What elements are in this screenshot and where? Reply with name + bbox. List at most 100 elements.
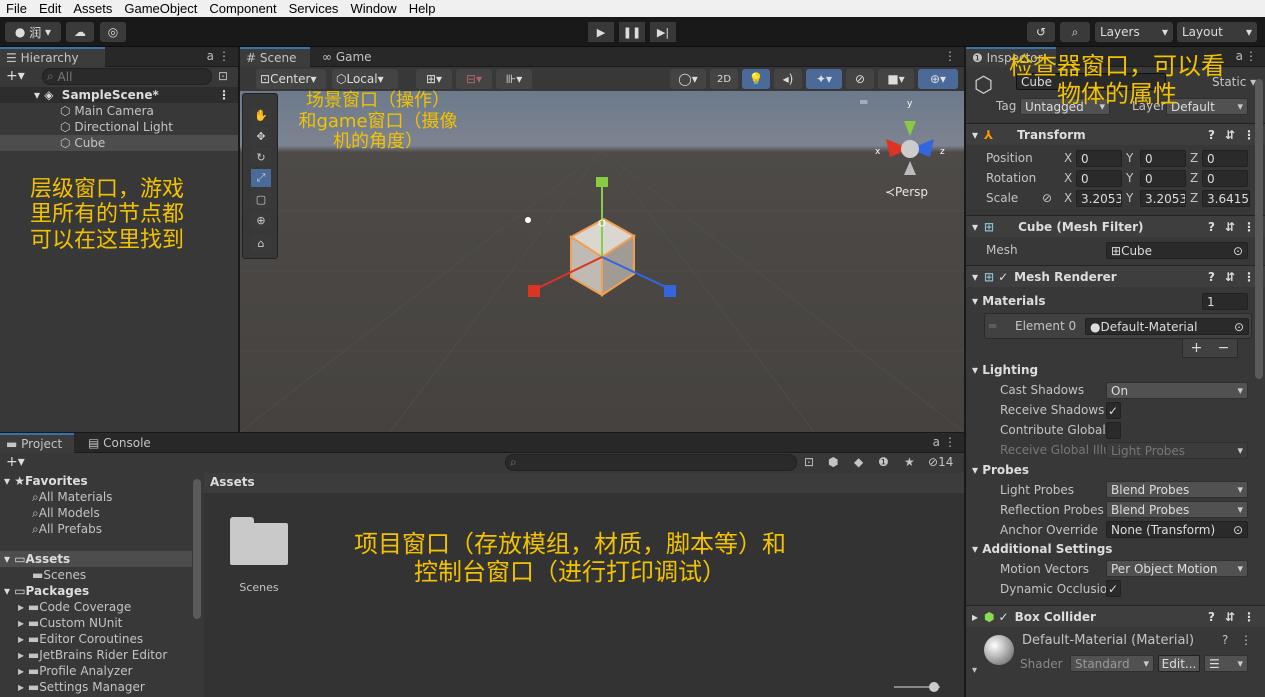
- increment-icon[interactable]: ⊪▾: [496, 69, 532, 89]
- component-menu-icon[interactable]: ⋮: [1243, 270, 1255, 284]
- tree-item[interactable]: ▸ ▬ Custom NUnit: [0, 615, 204, 631]
- component-menu-icon[interactable]: ⋮: [1243, 610, 1255, 624]
- tree-scrollbar[interactable]: [193, 479, 201, 619]
- help-icon[interactable]: ?: [1208, 220, 1215, 234]
- box-collider-header[interactable]: ▸ ⬢ ✓ Box Collider ? ⇵ ⋮: [966, 605, 1265, 627]
- custom-tool-icon[interactable]: ⌂: [251, 234, 271, 252]
- move-tool-icon[interactable]: ✥: [251, 127, 271, 145]
- orientation-gizmo[interactable]: [886, 121, 934, 175]
- pivot-dropdown[interactable]: ⊡ Center ▾: [256, 69, 326, 89]
- lock-icon[interactable]: a: [207, 49, 214, 63]
- preset-icon[interactable]: ⇵: [1225, 270, 1235, 284]
- component-menu-icon[interactable]: ⋮: [1243, 128, 1255, 142]
- drag-handle-icon[interactable]: ═: [989, 319, 996, 333]
- play-button[interactable]: ▶: [588, 22, 614, 42]
- assets-row[interactable]: ▾ ▭ Assets: [0, 551, 192, 567]
- help-icon[interactable]: ?: [1222, 633, 1228, 647]
- enabled-checkbox[interactable]: ✓: [999, 610, 1009, 624]
- layout-dropdown[interactable]: Layout ▾: [1177, 22, 1257, 42]
- zoom-slider-thumb[interactable]: [929, 682, 939, 692]
- scale-tool-icon[interactable]: ⤢: [251, 169, 271, 187]
- probes-foldout[interactable]: ▾ Probes: [972, 463, 1029, 477]
- help-icon[interactable]: ?: [1208, 610, 1215, 624]
- inspector-scrollbar[interactable]: [1255, 79, 1263, 379]
- menu-services[interactable]: Services: [289, 1, 339, 16]
- component-menu-icon[interactable]: ⋮: [1240, 633, 1252, 647]
- rotation-z-field[interactable]: 0: [1202, 170, 1248, 187]
- help-icon[interactable]: ?: [1208, 270, 1215, 284]
- folder-icon[interactable]: [230, 517, 288, 567]
- foldout-icon[interactable]: ▾: [972, 665, 977, 676]
- y-scale-handle[interactable]: [596, 177, 608, 187]
- lock-icon[interactable]: a: [933, 435, 940, 449]
- hidden-packages-icon[interactable]: ⊘14: [928, 455, 953, 469]
- scale-y-field[interactable]: 3.2053: [1140, 190, 1186, 207]
- mesh-field[interactable]: ⊞ Cube ⊙: [1106, 242, 1248, 259]
- effects-icon[interactable]: ✦▾: [806, 69, 842, 89]
- scene-visibility-icon[interactable]: ⊡: [218, 69, 228, 83]
- hierarchy-item[interactable]: ⬡ Main Camera: [0, 103, 238, 119]
- materials-count-field[interactable]: 1: [1202, 293, 1248, 310]
- rect-tool-icon[interactable]: ▢: [251, 190, 271, 208]
- mesh-renderer-header[interactable]: ▾ ⊞ ✓ Mesh Renderer ? ⇵ ⋮: [966, 265, 1265, 287]
- tree-item[interactable]: ▸ ▬ Profile Analyzer: [0, 663, 204, 679]
- more-icon[interactable]: ⋮: [1245, 49, 1257, 63]
- rotation-y-field[interactable]: 0: [1140, 170, 1186, 187]
- scale-z-field[interactable]: 3.6415: [1202, 190, 1250, 207]
- lighting-icon[interactable]: 💡: [742, 69, 770, 89]
- menu-assets[interactable]: Assets: [73, 1, 112, 16]
- tree-item[interactable]: ▸ ▬ Code Coverage: [0, 599, 204, 615]
- breadcrumb[interactable]: Assets: [204, 473, 964, 493]
- materials-foldout[interactable]: ▾ Materials: [972, 294, 1046, 308]
- overlay-menu-icon[interactable]: ═: [860, 95, 867, 109]
- collab-icon[interactable]: ◎: [100, 22, 126, 42]
- tree-item[interactable]: ▸ ▬ Settings Manager: [0, 679, 204, 695]
- position-y-field[interactable]: 0: [1140, 150, 1186, 167]
- dynamic-occlusion-checkbox[interactable]: ✓: [1106, 580, 1121, 597]
- receive-shadows-checkbox[interactable]: ✓: [1106, 402, 1121, 419]
- light-icon[interactable]: [525, 217, 531, 223]
- tab-hierarchy[interactable]: ☰ Hierarchy: [0, 47, 105, 67]
- tree-item[interactable]: ⌕ All Materials: [0, 489, 204, 505]
- tree-item[interactable]: ⌕ All Models: [0, 505, 204, 521]
- motion-vectors-dropdown[interactable]: Per Object Motion: [1106, 560, 1248, 577]
- constrain-proportions-icon[interactable]: ⊘: [1042, 191, 1052, 205]
- tab-scene[interactable]: # Scene: [240, 47, 310, 67]
- lock-icon[interactable]: a: [1236, 49, 1243, 63]
- transform-header[interactable]: ▾ ⅄ Transform ? ⇵ ⋮: [966, 123, 1265, 145]
- object-picker-icon[interactable]: ⊙: [1233, 244, 1243, 258]
- tab-game[interactable]: ∞ Game: [316, 47, 386, 67]
- mesh-filter-header[interactable]: ▾ ⊞ Cube (Mesh Filter) ? ⇵ ⋮: [966, 215, 1265, 237]
- reflection-probes-dropdown[interactable]: Blend Probes: [1106, 501, 1248, 518]
- tree-item[interactable]: ▸ ▬ JetBrains Rider Editor: [0, 647, 204, 663]
- help-icon[interactable]: ?: [1208, 128, 1215, 142]
- light-probes-dropdown[interactable]: Blend Probes: [1106, 481, 1248, 498]
- x-scale-handle[interactable]: [528, 285, 540, 297]
- snap-icon[interactable]: ⊟▾: [456, 69, 492, 89]
- lighting-foldout[interactable]: ▾ Lighting: [972, 363, 1038, 377]
- shading-mode-icon[interactable]: ◯▾: [670, 69, 706, 89]
- pause-button[interactable]: ❚❚: [619, 22, 645, 42]
- search-type-icon[interactable]: ⊡: [804, 455, 814, 469]
- tab-project[interactable]: ▬ Project: [0, 433, 74, 453]
- rotate-tool-icon[interactable]: ↻: [251, 148, 271, 166]
- additional-settings-foldout[interactable]: ▾ Additional Settings: [972, 542, 1112, 556]
- shader-dropdown[interactable]: Standard: [1070, 655, 1154, 672]
- enabled-checkbox[interactable]: ✓: [998, 270, 1008, 284]
- cloud-icon[interactable]: ☁: [66, 22, 94, 42]
- scene-menu-icon[interactable]: ⋮: [218, 88, 230, 102]
- object-picker-icon[interactable]: ⊙: [1234, 320, 1244, 334]
- component-menu-icon[interactable]: ⋮: [1243, 220, 1255, 234]
- tree-item[interactable]: ▸ ▬ Editor Coroutines: [0, 631, 204, 647]
- transform-tool-icon[interactable]: ⊕: [251, 211, 271, 229]
- hierarchy-item[interactable]: ⬡ Directional Light: [0, 119, 238, 135]
- shader-menu-icon[interactable]: ☰: [1204, 655, 1248, 672]
- add-element-button[interactable]: +: [1191, 340, 1203, 356]
- scene-row[interactable]: ▾ ◈ SampleScene* ⋮: [0, 87, 238, 103]
- object-picker-icon[interactable]: ⊙: [1233, 523, 1243, 537]
- more-icon[interactable]: ⋮: [944, 435, 956, 449]
- visibility-icon[interactable]: ⊘: [846, 69, 874, 89]
- create-icon[interactable]: +▾: [6, 454, 25, 470]
- tree-item[interactable]: ⌕ All Prefabs: [0, 521, 204, 537]
- menu-edit[interactable]: Edit: [39, 1, 61, 16]
